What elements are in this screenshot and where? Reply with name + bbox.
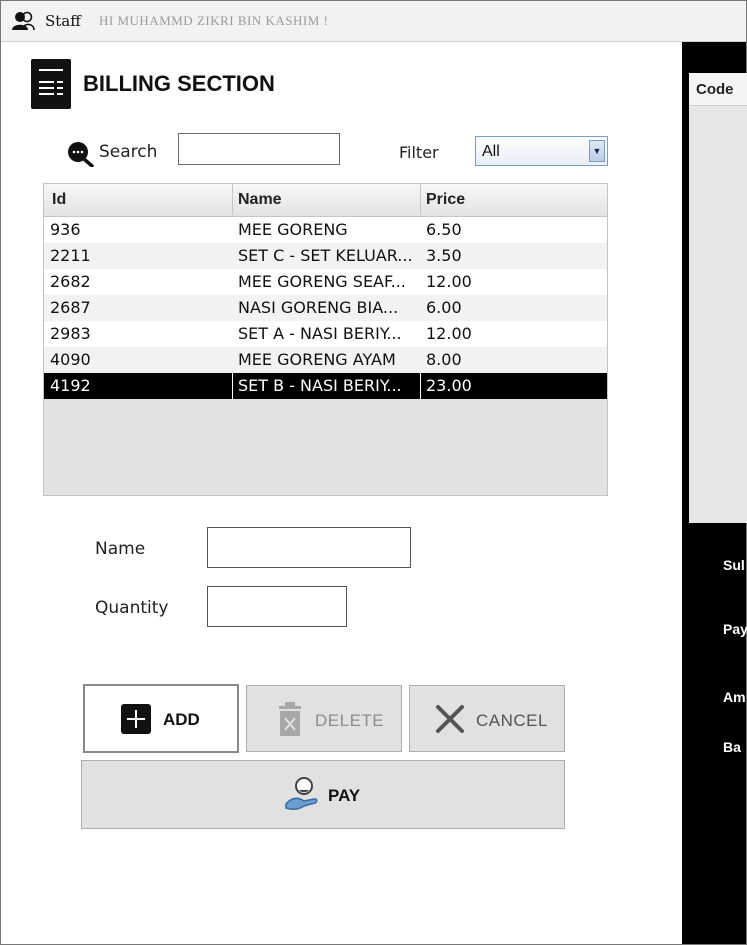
row-price: 6.50: [426, 220, 462, 239]
row-price: 12.00: [426, 324, 472, 343]
row-price: 3.50: [426, 246, 462, 265]
search-icon: [68, 142, 94, 167]
row-id: 2687: [50, 298, 91, 317]
row-id: 2983: [50, 324, 91, 343]
menu-items-table: Id Name Price 936 MEE GORENG 6.50 2211 S…: [43, 183, 608, 496]
app-title: Staff: [45, 12, 81, 30]
column-divider: [420, 184, 421, 215]
app-window: Staff HI MUHAMMD ZIKRI BIN KASHIM ! Code…: [0, 0, 747, 945]
row-price: 6.00: [426, 298, 462, 317]
table-row[interactable]: 4090 MEE GORENG AYAM 8.00: [44, 347, 607, 373]
billing-document-icon: [31, 59, 71, 109]
close-icon: [436, 705, 464, 733]
table-row[interactable]: 936 MEE GORENG 6.50: [44, 217, 607, 243]
table-header: Id Name Price: [44, 184, 607, 217]
row-id: 936: [50, 220, 81, 239]
cancel-button-label: CANCEL: [476, 711, 548, 730]
filter-label: Filter: [399, 143, 439, 162]
cancel-button[interactable]: CANCEL: [409, 685, 565, 752]
column-header-price[interactable]: Price: [426, 191, 465, 209]
table-row-selected[interactable]: 4192 SET B - NASI BERIY... 23.00: [44, 373, 607, 399]
row-name: MEE GORENG SEAF...: [238, 272, 406, 291]
row-name: SET B - NASI BERIY...: [238, 376, 402, 395]
chevron-down-icon[interactable]: ▼: [589, 140, 605, 162]
row-name: NASI GORENG BIA...: [238, 298, 399, 317]
row-id: 2682: [50, 272, 91, 291]
staff-user-icon: [12, 11, 35, 31]
row-id: 4192: [50, 376, 91, 395]
bill-items-table[interactable]: [689, 73, 747, 523]
row-name: MEE GORENG AYAM: [238, 350, 396, 369]
row-price: 8.00: [426, 350, 462, 369]
row-id: 4090: [50, 350, 91, 369]
column-header-id[interactable]: Id: [52, 191, 66, 209]
search-label: Search: [99, 142, 158, 162]
greeting-text: HI MUHAMMD ZIKRI BIN KASHIM !: [99, 13, 329, 28]
search-input[interactable]: [178, 133, 340, 165]
plus-icon: [121, 704, 151, 734]
cell-divider: [232, 373, 233, 399]
column-header-name[interactable]: Name: [238, 191, 282, 209]
amount-label: Am: [723, 689, 746, 705]
table-row[interactable]: 2211 SET C - SET KELUAR... 3.50: [44, 243, 607, 269]
filter-dropdown[interactable]: All ▼: [475, 136, 608, 166]
table-row[interactable]: 2682 MEE GORENG SEAF... 12.00: [44, 269, 607, 295]
name-field[interactable]: [207, 527, 411, 568]
row-price: 12.00: [426, 272, 472, 291]
column-divider: [232, 184, 233, 215]
row-name: MEE GORENG: [238, 220, 348, 239]
name-label: Name: [95, 539, 146, 559]
page-title: BILLING SECTION: [83, 71, 275, 96]
balance-label: Ba: [723, 739, 741, 755]
pay-button[interactable]: PAY: [81, 760, 565, 829]
delete-button-label: DELETE: [315, 711, 385, 730]
trash-icon: [279, 702, 301, 736]
subtotal-label: Sul: [723, 557, 745, 573]
quantity-field[interactable]: [207, 586, 347, 627]
cell-divider: [420, 373, 421, 399]
row-price: 23.00: [426, 376, 472, 395]
filter-selected-value: All: [482, 143, 500, 160]
table-row[interactable]: 2687 NASI GORENG BIA... 6.00: [44, 295, 607, 321]
add-button[interactable]: ADD: [83, 684, 239, 753]
row-name: SET A - NASI BERIY...: [238, 324, 402, 343]
payment-label: Pay: [723, 621, 747, 637]
row-name: SET C - SET KELUAR...: [238, 246, 413, 265]
code-column-header: Code: [696, 81, 734, 98]
pay-button-label: PAY: [328, 786, 361, 805]
row-id: 2211: [50, 246, 91, 265]
bill-items-header: Code: [689, 73, 747, 106]
delete-button[interactable]: DELETE: [246, 685, 402, 752]
quantity-label: Quantity: [95, 598, 169, 618]
title-bar: Staff HI MUHAMMD ZIKRI BIN KASHIM !: [1, 1, 746, 42]
table-row[interactable]: 2983 SET A - NASI BERIY... 12.00: [44, 321, 607, 347]
add-button-label: ADD: [163, 710, 200, 729]
payment-hand-icon: [285, 777, 318, 811]
